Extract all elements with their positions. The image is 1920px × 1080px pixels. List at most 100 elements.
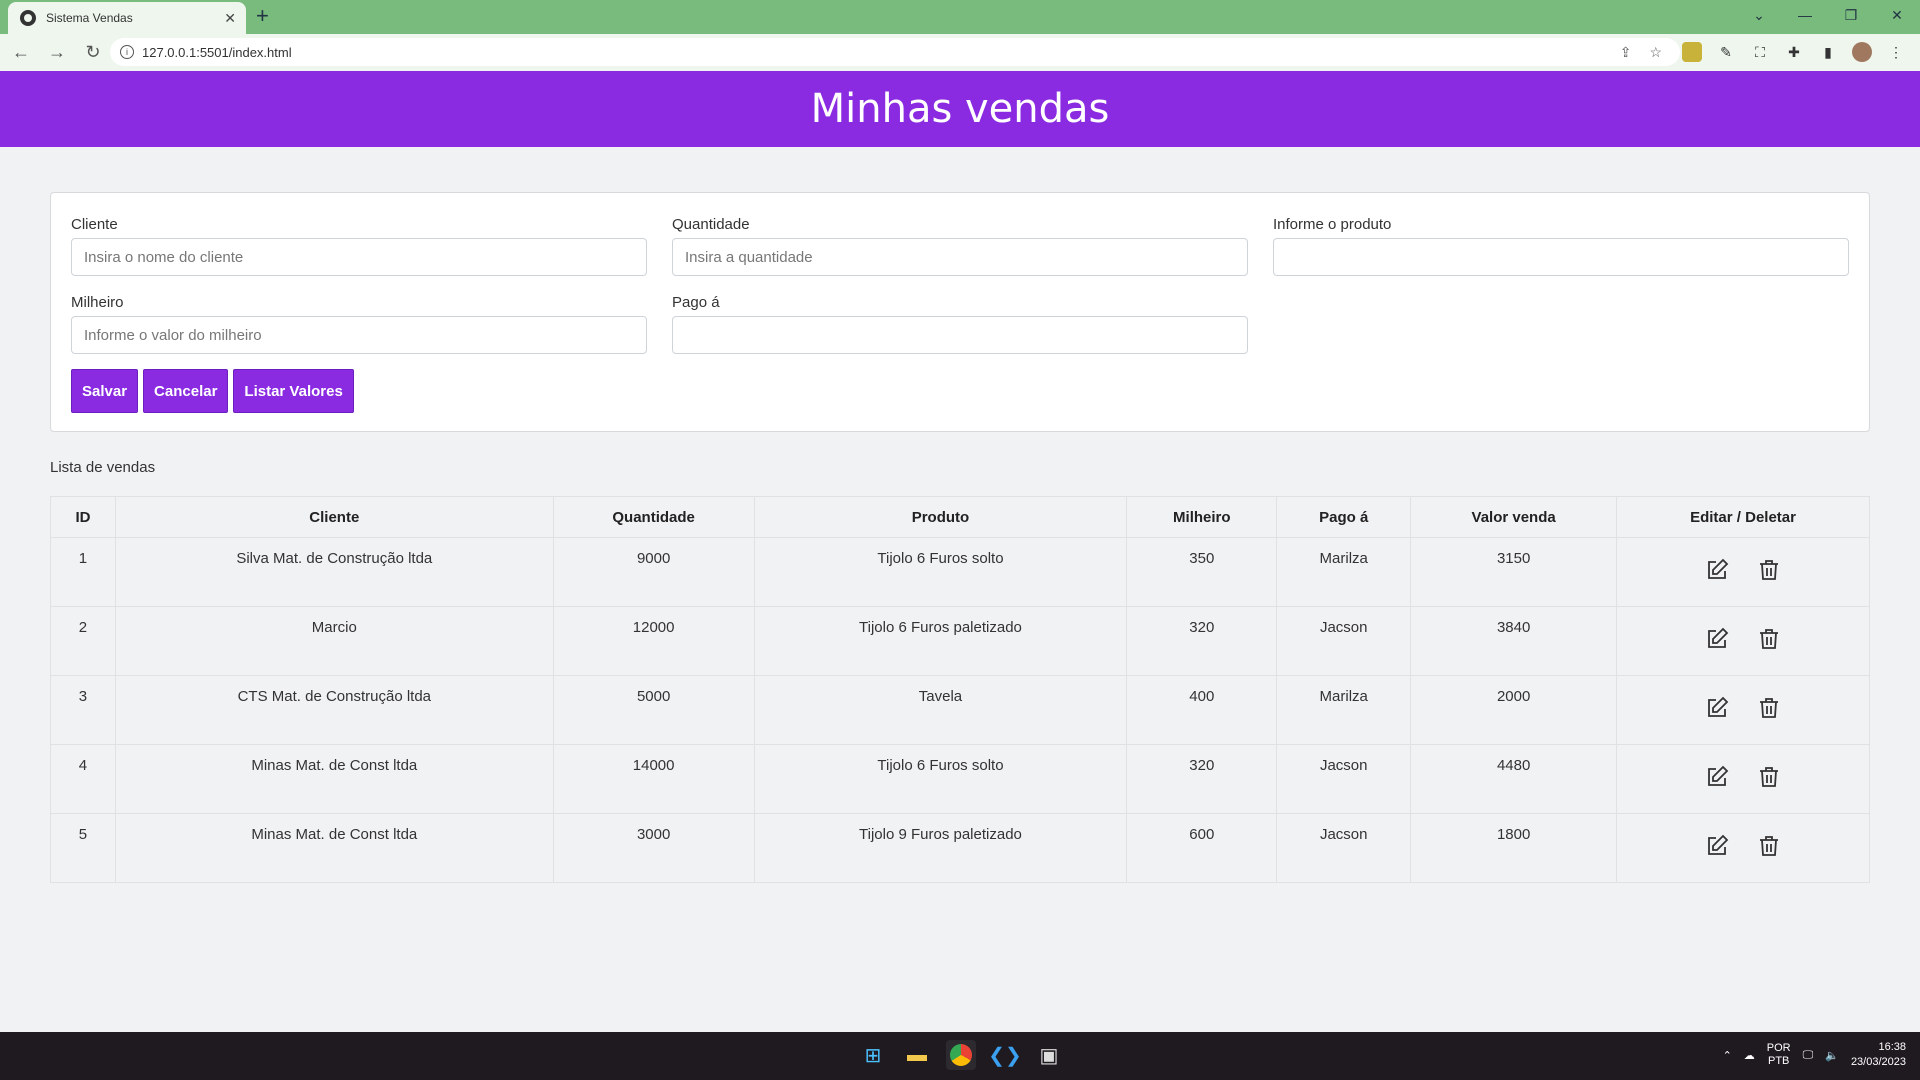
url-text[interactable]: 127.0.0.1:5501/index.html xyxy=(142,45,1620,60)
cell-valor: 4480 xyxy=(1410,744,1618,814)
header-valor: Valor venda xyxy=(1410,496,1618,538)
pago-input[interactable] xyxy=(672,316,1248,354)
table-row: 5 Minas Mat. de Const ltda 3000 Tijolo 9… xyxy=(50,813,1870,883)
milheiro-field: Milheiro xyxy=(71,294,647,354)
restore-icon[interactable]: ❐ xyxy=(1828,0,1874,30)
trash-icon[interactable] xyxy=(1757,696,1781,720)
cliente-input[interactable] xyxy=(71,238,647,276)
cell-produto: Tijolo 6 Furos solto xyxy=(753,537,1128,607)
window-close-icon[interactable]: ✕ xyxy=(1874,0,1920,30)
vscode-icon[interactable]: ❮❯ xyxy=(988,1040,1022,1070)
language-indicator[interactable]: POR PTB xyxy=(1767,1042,1791,1068)
save-button[interactable]: Salvar xyxy=(71,369,139,413)
address-bar[interactable]: i 127.0.0.1:5501/index.html ⇪ ☆ xyxy=(110,38,1680,66)
produto-input[interactable] xyxy=(1273,238,1849,276)
cliente-field: Cliente xyxy=(71,216,647,276)
extension-icon[interactable] xyxy=(1682,42,1702,62)
milheiro-input[interactable] xyxy=(71,316,647,354)
edit-icon[interactable] xyxy=(1705,765,1729,789)
sales-table: ID Cliente Quantidade Produto Milheiro P… xyxy=(50,496,1870,883)
cliente-label: Cliente xyxy=(71,216,118,233)
cell-produto: Tijolo 9 Furos paletizado xyxy=(753,813,1128,883)
taskbar-apps: ⊞ ▬ ❮❯ ▣ xyxy=(858,1040,1064,1070)
site-info-icon[interactable]: i xyxy=(120,45,134,59)
quantidade-field: Quantidade xyxy=(672,216,1248,276)
new-tab-button[interactable]: + xyxy=(256,5,269,27)
edit-icon[interactable] xyxy=(1705,558,1729,582)
clock[interactable]: 16:38 23/03/2023 xyxy=(1851,1040,1906,1070)
cell-valor: 3840 xyxy=(1410,606,1618,676)
cell-produto: Tijolo 6 Furos paletizado xyxy=(753,606,1128,676)
cell-produto: Tijolo 6 Furos solto xyxy=(753,744,1128,814)
edit-icon[interactable] xyxy=(1705,696,1729,720)
trash-icon[interactable] xyxy=(1757,834,1781,858)
cell-cliente: Minas Mat. de Const ltda xyxy=(114,813,554,883)
back-icon[interactable]: ← xyxy=(6,37,36,67)
share-icon[interactable]: ⇪ xyxy=(1620,44,1632,61)
form-buttons: Salvar Cancelar Listar Valores xyxy=(71,369,354,413)
cell-quantidade: 14000 xyxy=(552,744,755,814)
screenshot-icon[interactable]: ⛶ xyxy=(1750,42,1770,62)
list-values-button[interactable]: Listar Valores xyxy=(233,369,354,413)
table-header-row: ID Cliente Quantidade Produto Milheiro P… xyxy=(50,496,1870,538)
cancel-button[interactable]: Cancelar xyxy=(143,369,229,413)
os-taskbar: ⊞ ▬ ❮❯ ▣ ⌃ ☁ POR PTB 🖵 🔈 16:38 23/03/202… xyxy=(0,1032,1920,1080)
cell-milheiro: 320 xyxy=(1126,744,1278,814)
cloud-icon[interactable]: ☁ xyxy=(1744,1049,1755,1062)
cell-pago: Jacson xyxy=(1276,606,1412,676)
header-actions: Editar / Deletar xyxy=(1616,496,1870,538)
cell-pago: Jacson xyxy=(1276,813,1412,883)
tab-close-icon[interactable]: ✕ xyxy=(224,10,236,27)
window-controls: ⌄ — ❐ ✕ xyxy=(1736,0,1920,34)
tray-chevron-icon[interactable]: ⌃ xyxy=(1723,1049,1732,1062)
cell-id: 3 xyxy=(50,675,116,745)
forward-icon[interactable]: → xyxy=(42,37,72,67)
favicon-icon xyxy=(20,10,36,26)
file-explorer-icon[interactable]: ▬ xyxy=(902,1040,932,1070)
cell-actions xyxy=(1616,813,1870,883)
cell-quantidade: 5000 xyxy=(552,675,755,745)
profile-avatar[interactable] xyxy=(1852,42,1872,62)
table-row: 1 Silva Mat. de Construção ltda 9000 Tij… xyxy=(50,537,1870,607)
cell-milheiro: 600 xyxy=(1126,813,1278,883)
trash-icon[interactable] xyxy=(1757,627,1781,651)
produto-label: Informe o produto xyxy=(1273,216,1392,233)
cell-cliente: Minas Mat. de Const ltda xyxy=(114,744,554,814)
cell-milheiro: 320 xyxy=(1126,606,1278,676)
reload-icon[interactable]: ↻ xyxy=(78,37,108,67)
cell-actions xyxy=(1616,675,1870,745)
browser-tab[interactable]: Sistema Vendas ✕ xyxy=(8,2,246,34)
cell-actions xyxy=(1616,606,1870,676)
system-tray: ⌃ ☁ POR PTB 🖵 🔈 16:38 23/03/2023 xyxy=(1723,1040,1906,1070)
start-menu-icon[interactable]: ⊞ xyxy=(858,1040,888,1070)
eyedropper-icon[interactable]: ✎ xyxy=(1716,42,1736,62)
cell-actions xyxy=(1616,537,1870,607)
browser-tab-bar: Sistema Vendas ✕ + ⌄ — ❐ ✕ xyxy=(0,0,1920,34)
minimize-icon[interactable]: — xyxy=(1782,0,1828,30)
sidebar-icon[interactable]: ▮ xyxy=(1818,42,1838,62)
edit-icon[interactable] xyxy=(1705,834,1729,858)
cell-quantidade: 3000 xyxy=(552,813,755,883)
list-title: Lista de vendas xyxy=(50,459,156,476)
quantidade-input[interactable] xyxy=(672,238,1248,276)
header-milheiro: Milheiro xyxy=(1126,496,1278,538)
clock-time: 16:38 xyxy=(1878,1041,1906,1053)
cell-cliente: Marcio xyxy=(114,606,554,676)
trash-icon[interactable] xyxy=(1757,558,1781,582)
chrome-icon[interactable] xyxy=(946,1040,976,1070)
extension-icons: ✎ ⛶ ✚ ▮ ⋮ xyxy=(1682,42,1906,62)
network-icon[interactable]: 🖵 xyxy=(1803,1049,1814,1062)
lang-line2: PTB xyxy=(1768,1055,1790,1067)
produto-field: Informe o produto xyxy=(1273,216,1849,276)
cell-valor: 1800 xyxy=(1410,813,1618,883)
cell-pago: Marilza xyxy=(1276,537,1412,607)
volume-icon[interactable]: 🔈 xyxy=(1825,1049,1839,1062)
remote-desktop-icon[interactable]: ▣ xyxy=(1034,1040,1064,1070)
tab-search-icon[interactable]: ⌄ xyxy=(1736,0,1782,30)
extensions-puzzle-icon[interactable]: ✚ xyxy=(1784,42,1804,62)
bookmark-star-icon[interactable]: ☆ xyxy=(1649,44,1662,61)
menu-icon[interactable]: ⋮ xyxy=(1886,42,1906,62)
edit-icon[interactable] xyxy=(1705,627,1729,651)
table-row: 3 CTS Mat. de Construção ltda 5000 Tavel… xyxy=(50,675,1870,745)
trash-icon[interactable] xyxy=(1757,765,1781,789)
